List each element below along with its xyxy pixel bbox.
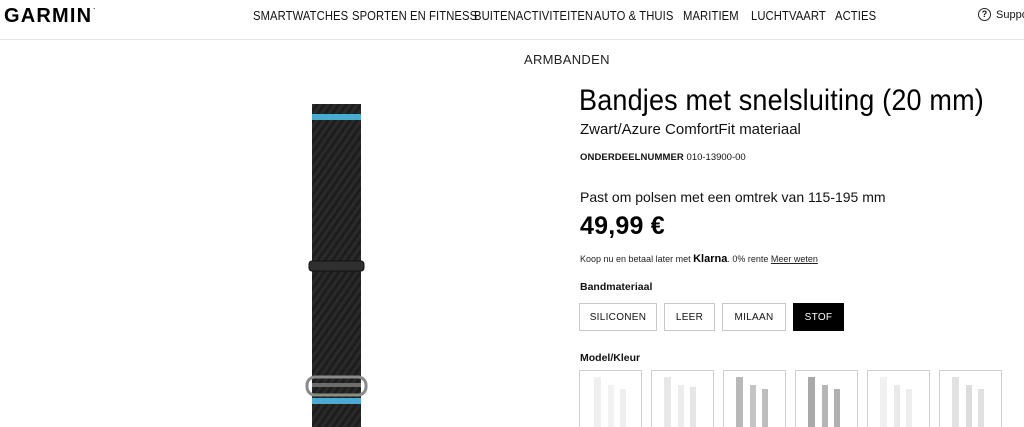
strap-thumbnail-image [736,377,768,427]
nav-auto-thuis[interactable]: AUTO & THUIS [594,9,673,23]
product-subtitle: Zwart/Azure ComfortFit materiaal [580,121,801,138]
nav-sporten-en-fitness[interactable]: SPORTEN EN FITNESS [352,9,477,23]
part-number: ONDERDEELNUMMER 010-13900-00 [580,152,746,163]
product-price: 49,99 € [580,212,665,240]
product-title: Bandjes met snelsluiting (20 mm) [579,84,984,117]
klarna-info: Koop nu en betaal later met Klarna. 0% r… [580,253,818,265]
breadcrumb-category[interactable]: ARMBANDEN [524,52,610,67]
strap-thumbnail-image [952,377,984,427]
nav-luchtvaart[interactable]: LUCHTVAART [751,9,826,23]
model-color-label: Model/Kleur [580,352,641,364]
product-image [305,104,368,427]
part-number-label: ONDERDEELNUMMER [580,152,684,163]
logo-mark: . [93,5,95,11]
strap-thumbnail-image [664,377,696,427]
strap-thumbnail-image [808,377,840,427]
model-thumbnail[interactable] [651,370,714,427]
garmin-logo[interactable]: GARMIN. [4,5,95,28]
wrist-fit-info: Past om polsen met een omtrek van 115-19… [580,189,886,205]
klarna-prefix: Koop nu en betaal later met [580,254,691,264]
model-thumbnail[interactable] [867,370,930,427]
model-thumbnail[interactable] [579,370,642,427]
support-label: Suppo [996,8,1024,21]
band-option-milaan[interactable]: MILAAN [722,303,786,331]
band-option-siliconen[interactable]: SILICONEN [579,303,657,331]
band-option-stof[interactable]: STOF [793,303,844,331]
strap-thumbnail-image [880,377,912,427]
support-link[interactable]: ? Suppo [978,8,1024,21]
logo-text: GARMIN [4,5,93,27]
band-option-leer[interactable]: LEER [664,303,715,331]
nav-smartwatches[interactable]: SMARTWATCHES [253,9,348,23]
nav-buitenactiviteiten[interactable]: BUITENACTIVITEITEN [474,9,593,23]
model-thumbnail[interactable] [795,370,858,427]
part-number-value: 010-13900-00 [686,152,746,163]
question-circle-icon: ? [978,8,991,21]
klarna-suffix: . 0% rente [727,254,769,264]
model-thumbnail[interactable] [723,370,786,427]
klarna-logo: Klarna [693,253,728,265]
nav-acties[interactable]: ACTIES [835,9,876,23]
band-material-label: Bandmateriaal [580,281,653,293]
model-color-thumbnails [579,370,1011,427]
model-thumbnail[interactable] [939,370,1002,427]
band-material-options: SILICONEN LEER MILAAN STOF [579,303,851,331]
strap-thumbnail-image [594,377,626,427]
klarna-more-link[interactable]: Meer weten [771,254,818,264]
nav-maritiem[interactable]: MARITIEM [683,9,739,23]
site-header: GARMIN. SMARTWATCHES SPORTEN EN FITNESS … [0,0,1024,40]
